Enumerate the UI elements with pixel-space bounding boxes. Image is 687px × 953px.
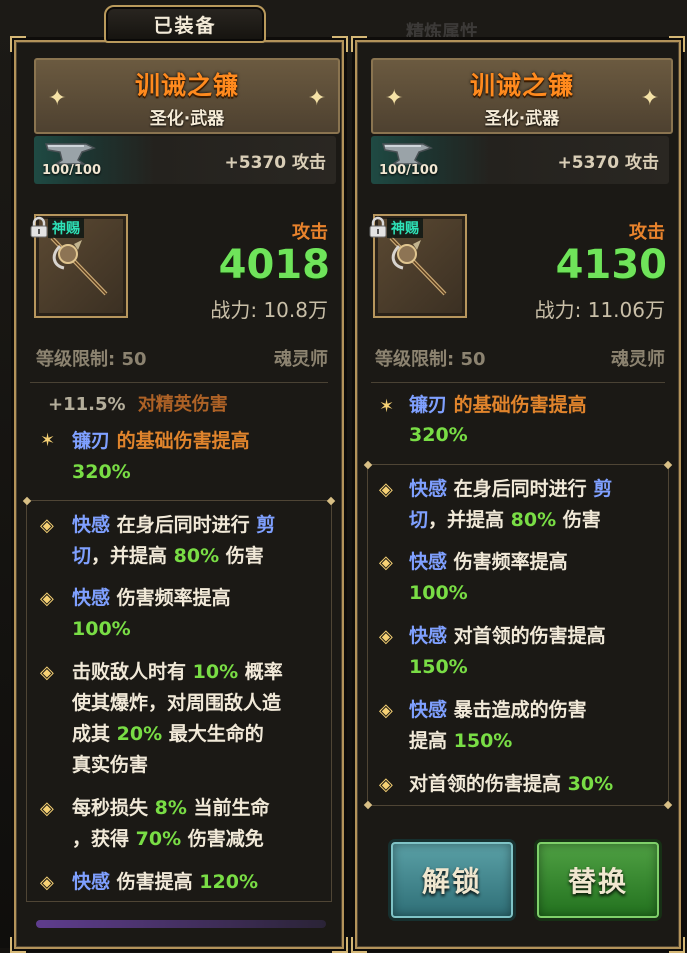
- diamond-icon: ◈: [40, 515, 54, 536]
- sparkle-icon: ✦: [48, 86, 67, 111]
- class-requirement: 魂灵师: [274, 349, 328, 370]
- passive-item-line2: ，获得 70% 伤害减免: [72, 828, 264, 850]
- divine-tag: 神赐: [387, 218, 423, 238]
- diamond-icon: ◈: [379, 479, 393, 500]
- sparkle-icon: ✦: [640, 86, 659, 111]
- attack-value: 4018: [218, 242, 330, 288]
- tab-equipped[interactable]: 已装备: [104, 5, 266, 43]
- item-header: ✦ ✦ 训诫之镰 圣化·武器: [34, 58, 340, 134]
- passive-item-line2: 100%: [409, 582, 468, 604]
- passive-item-line2: 切，并提高 80% 伤害: [72, 545, 264, 567]
- scythe-icon: [50, 236, 108, 296]
- passive-item-line2: 提高 150%: [409, 730, 513, 752]
- passive-item: 击败敌人时有 10% 概率: [72, 661, 283, 683]
- passive-item: 快感 暴击造成的伤害: [409, 699, 587, 721]
- diamond-icon: ◈: [40, 588, 54, 609]
- forge-bonus: +5370 攻击: [557, 153, 659, 173]
- sparkle-icon: ✦: [385, 86, 404, 111]
- unlock-button[interactable]: 解锁: [391, 842, 513, 918]
- scroll-indicator[interactable]: [36, 920, 326, 928]
- forge-count: 100/100: [379, 163, 439, 178]
- stat-base-damage-value: 320%: [72, 461, 131, 483]
- scythe-icon: [389, 236, 447, 296]
- passive-item-line3: 成其 20% 最大生命的: [72, 723, 264, 745]
- passive-item: 快感 对首领的伤害提高: [409, 625, 606, 647]
- item-name: 训诫之镰: [134, 71, 239, 100]
- forge-bonus: +5370 攻击: [224, 153, 326, 173]
- diamond-icon: ◈: [379, 700, 393, 721]
- diamond-icon: ◈: [379, 552, 393, 573]
- stat-base-damage: 镰刃 的基础伤害提高: [72, 430, 250, 452]
- stat-base-damage-value: 320%: [409, 424, 468, 446]
- star-icon: ✶: [40, 430, 56, 451]
- level-requirement: 等级限制: 50: [36, 349, 147, 370]
- diamond-icon: ◈: [40, 662, 54, 683]
- passive-item: 快感 伤害提高 120%: [72, 871, 258, 893]
- class-requirement: 魂灵师: [611, 349, 665, 370]
- attack-value: 4130: [555, 242, 667, 288]
- lock-icon[interactable]: [367, 216, 389, 238]
- passive-item-line2: 100%: [72, 618, 131, 640]
- level-requirement: 等级限制: 50: [375, 349, 486, 370]
- diamond-icon: ◈: [379, 774, 393, 795]
- item-header: ✦ ✦ 训诫之镰 圣化·武器: [371, 58, 673, 134]
- attack-label: 攻击: [629, 222, 665, 243]
- stat-elite-damage: +11.5% 对精英伤害: [48, 394, 228, 415]
- passive-item: 每秒损失 8% 当前生命: [72, 797, 270, 819]
- diamond-icon: ◈: [40, 872, 54, 893]
- lock-icon[interactable]: [28, 216, 50, 238]
- passive-item: 对首领的伤害提高 30%: [409, 773, 614, 795]
- equipped-item-panel: ✦ ✦ 训诫之镰 圣化·武器 100/100 +5370 攻击 神赐 攻击 40…: [10, 36, 348, 953]
- passive-item: 快感 在身后同时进行 剪: [409, 478, 613, 500]
- diamond-icon: ◈: [40, 798, 54, 819]
- divine-tag: 神赐: [48, 218, 84, 238]
- forge-bar: 100/100 +5370 攻击: [34, 136, 336, 184]
- passive-item-line2: 切，并提高 80% 伤害: [409, 509, 601, 531]
- combat-power: 战力: 10.8万: [210, 298, 328, 322]
- forge-count: 100/100: [42, 163, 102, 178]
- passive-item: 快感 伤害频率提高: [72, 587, 231, 609]
- replace-button[interactable]: 替换: [537, 842, 659, 918]
- combat-power: 战力: 11.06万: [534, 298, 665, 322]
- passive-item-line2: 使其爆炸，对周围敌人造: [72, 692, 282, 714]
- star-icon: ✶: [379, 396, 395, 417]
- diamond-icon: ◈: [379, 626, 393, 647]
- passive-item-line2: 150%: [409, 656, 468, 678]
- item-name: 训诫之镰: [469, 71, 574, 100]
- forge-bar: 100/100 +5370 攻击: [371, 136, 669, 184]
- passive-item-line4: 真实伤害: [72, 754, 149, 776]
- item-type: 圣化·武器: [149, 109, 225, 129]
- compare-item-panel: ✦ ✦ 训诫之镰 圣化·武器 100/100 +5370 攻击 神赐 攻击 41…: [351, 36, 685, 953]
- item-type: 圣化·武器: [484, 109, 560, 129]
- passive-item: 快感 在身后同时进行 剪: [72, 514, 276, 536]
- sparkle-icon: ✦: [307, 86, 326, 111]
- attack-label: 攻击: [292, 222, 328, 243]
- passive-item: 快感 伤害频率提高: [409, 551, 568, 573]
- stat-base-damage: 镰刃 的基础伤害提高: [409, 394, 587, 416]
